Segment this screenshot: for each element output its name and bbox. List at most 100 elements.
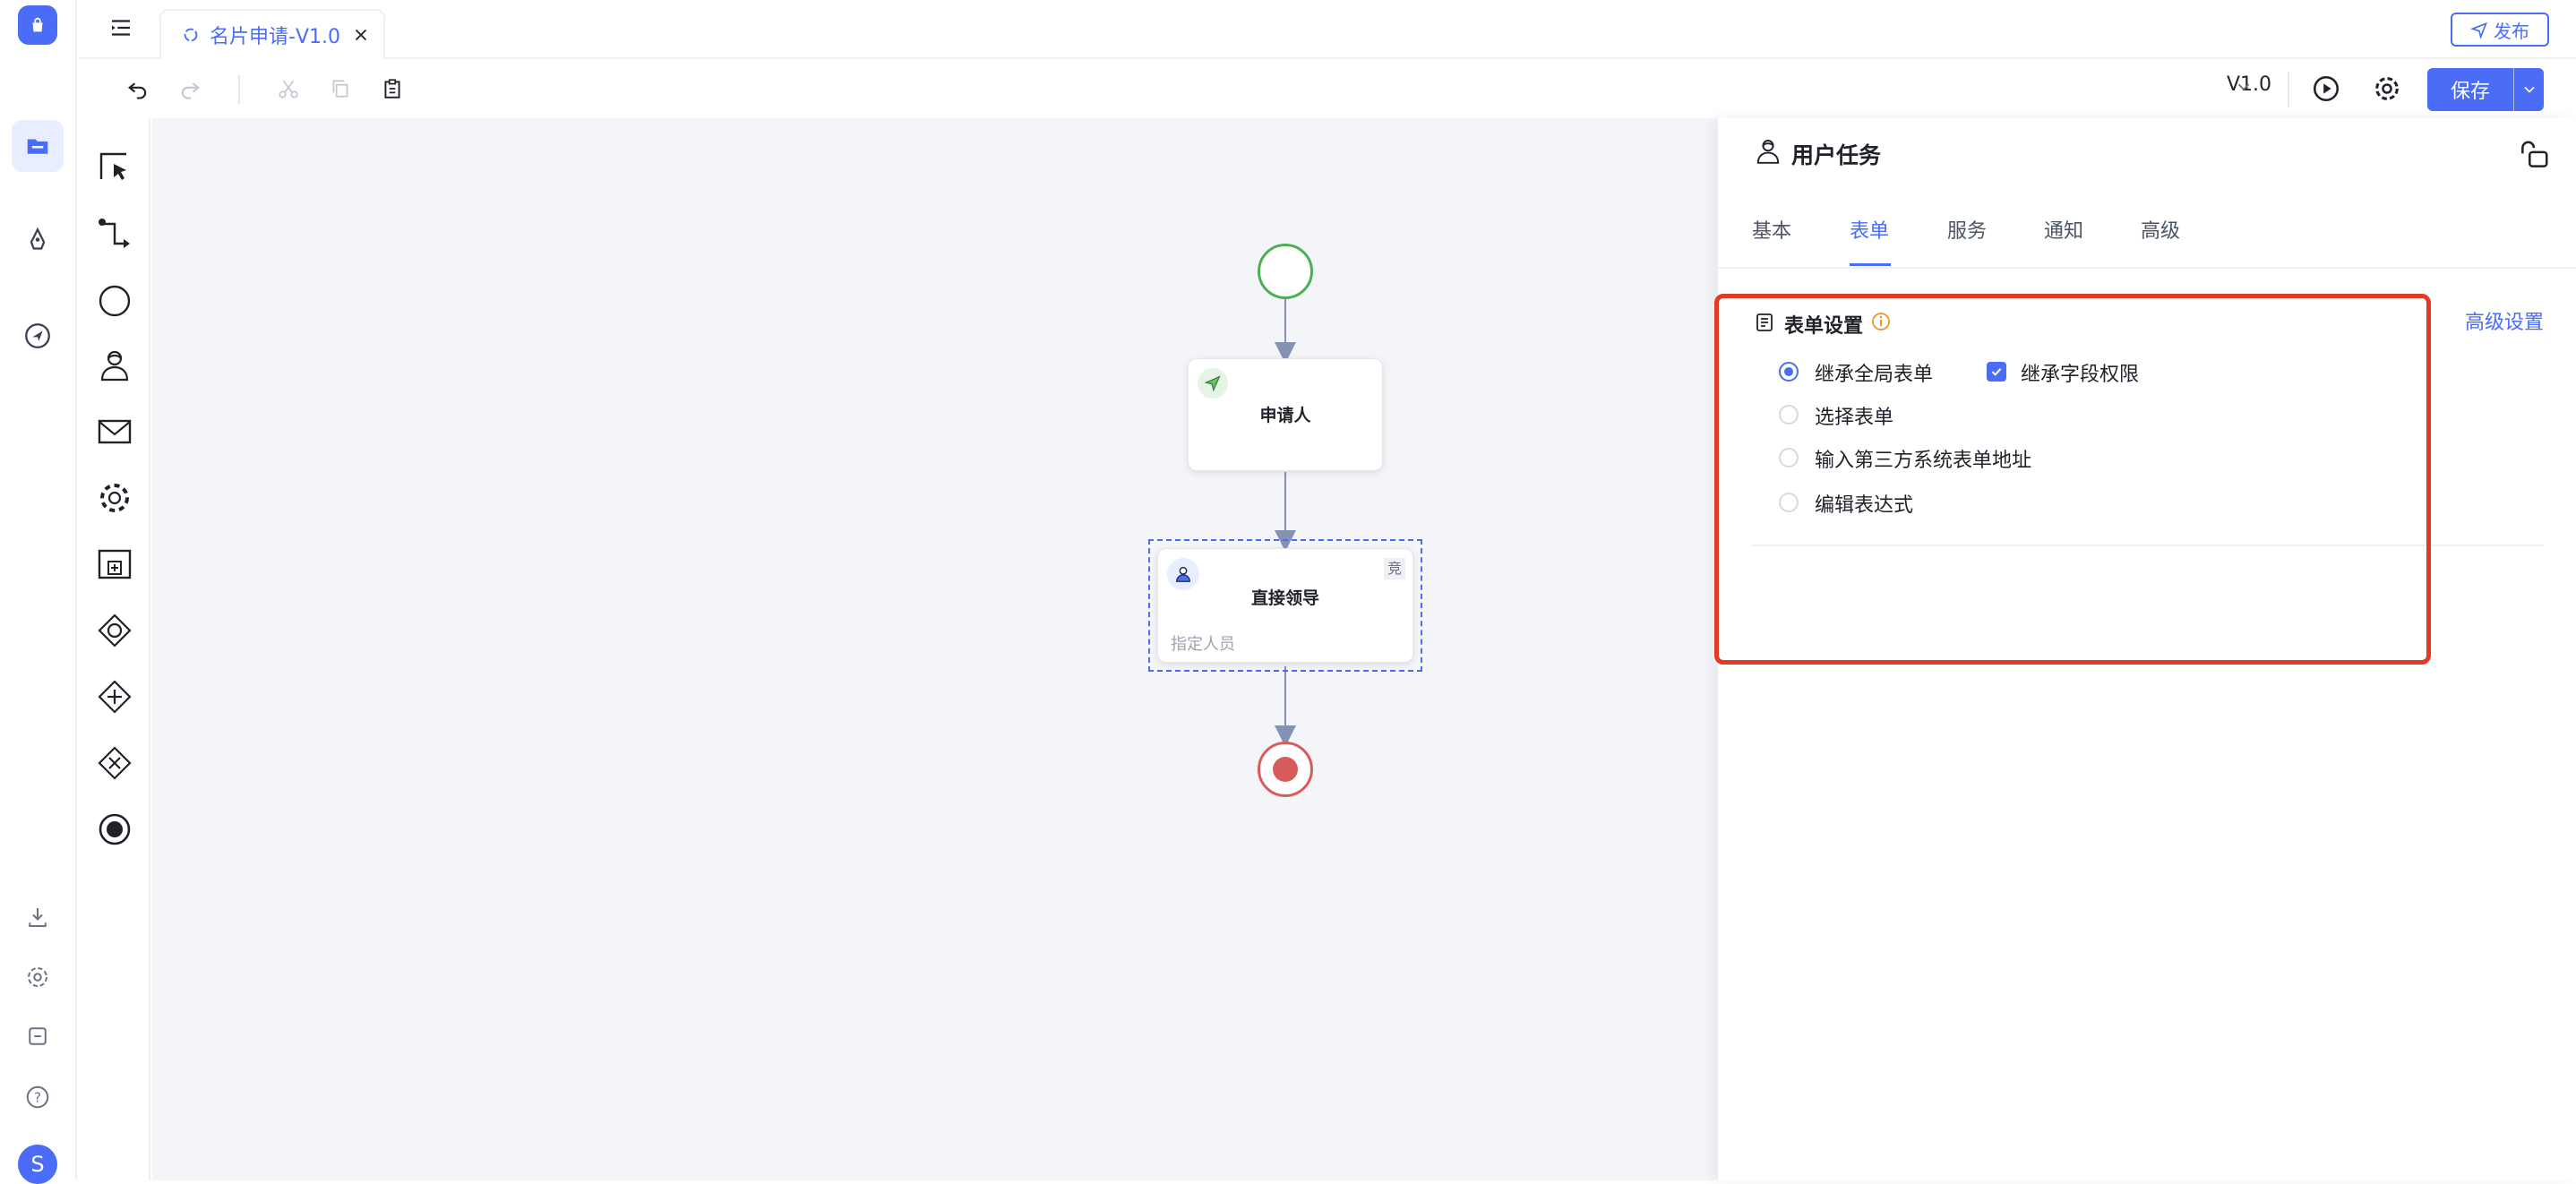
- unlock-icon: [2521, 141, 2548, 167]
- save-button[interactable]: 保存: [2427, 68, 2544, 111]
- gear-icon: [100, 484, 129, 512]
- tabs-divider: [1718, 267, 2576, 269]
- top-bar: [79, 0, 2576, 59]
- pointer-icon: [99, 152, 126, 180]
- tab-title: 名片申请-V1.0: [210, 26, 340, 48]
- tool-exclusive-gateway[interactable]: [97, 745, 133, 781]
- panel-title: 用户任务: [1791, 142, 1882, 168]
- gateway-icon: [98, 613, 132, 648]
- flow-connectors: [1275, 299, 1296, 747]
- chevron-down-icon: [2523, 86, 2535, 93]
- user-task-icon: [100, 350, 129, 382]
- tool-select[interactable]: [97, 149, 133, 184]
- start-event[interactable]: [1258, 244, 1313, 299]
- navigate-icon: [25, 323, 50, 348]
- tab-form[interactable]: 表单: [1850, 215, 1889, 244]
- tab-notify[interactable]: 通知: [2044, 215, 2083, 244]
- end-event-dot: [1273, 757, 1298, 782]
- rocket-icon: [30, 227, 46, 250]
- tool-palette: [79, 118, 150, 1180]
- applicant-label: 申请人: [1259, 406, 1311, 425]
- gear-icon: [2375, 77, 2399, 100]
- undo-icon: [127, 82, 147, 99]
- menu-toggle-button[interactable]: [107, 14, 134, 41]
- publish-label: 发布: [2494, 20, 2529, 42]
- scissors-icon: [279, 80, 298, 99]
- rail-settings[interactable]: [12, 951, 64, 1003]
- leader-node[interactable]: 竞 直接领导 指定人员: [1157, 548, 1413, 663]
- send-icon: [2470, 21, 2487, 39]
- applicant-node[interactable]: 申请人: [1188, 358, 1383, 471]
- save-dropdown[interactable]: [2513, 68, 2544, 111]
- download-icon: [29, 908, 47, 927]
- tool-subprocess[interactable]: [97, 546, 133, 582]
- toolbar-divider-right: [2288, 72, 2289, 107]
- tool-start-event[interactable]: [97, 283, 133, 319]
- help-icon: ?: [26, 1085, 49, 1109]
- leader-sub-label: 指定人员: [1171, 635, 1235, 654]
- settings-button[interactable]: [2372, 73, 2402, 104]
- tool-user-task[interactable]: [97, 347, 133, 383]
- tool-gateway[interactable]: [97, 613, 133, 648]
- save-label: 保存: [2450, 81, 2490, 103]
- paste-button[interactable]: [378, 74, 407, 103]
- active-tab-indicator: [1850, 263, 1891, 266]
- cut-button[interactable]: [274, 74, 303, 103]
- subprocess-icon: [98, 549, 132, 579]
- end-event[interactable]: [1258, 742, 1313, 797]
- archive-icon: [29, 1027, 47, 1045]
- leader-label: 直接领导: [1250, 588, 1319, 608]
- tab-basic[interactable]: 基本: [1752, 215, 1791, 244]
- process-icon: [184, 28, 198, 42]
- unlock-button[interactable]: [2517, 138, 2551, 172]
- rail-item-process[interactable]: [12, 120, 64, 172]
- tool-parallel-gateway[interactable]: [97, 679, 133, 715]
- highlight-box: [1714, 294, 2431, 665]
- avatar[interactable]: S: [18, 1145, 57, 1184]
- mail-icon: [98, 419, 132, 444]
- parallel-gateway-icon: [98, 680, 132, 714]
- rail-help[interactable]: ?: [12, 1071, 64, 1123]
- exclusive-gateway-icon: [98, 746, 132, 780]
- app-rail: ? S: [0, 0, 77, 1184]
- gear-icon: [28, 967, 47, 987]
- avatar-letter: S: [30, 1152, 45, 1177]
- rail-download[interactable]: [12, 891, 64, 943]
- close-icon[interactable]: [351, 25, 371, 45]
- bag-icon: [32, 17, 43, 32]
- tool-service-task[interactable]: [97, 480, 133, 516]
- publish-button[interactable]: 发布: [2451, 13, 2549, 47]
- tool-mail-task[interactable]: [97, 414, 133, 450]
- tool-end-event[interactable]: [97, 811, 133, 847]
- send-node-icon: [1198, 368, 1228, 399]
- tool-connect[interactable]: [97, 217, 133, 253]
- tab-advanced[interactable]: 高级: [2141, 215, 2180, 244]
- toolbar-divider: [238, 75, 240, 104]
- undo-button[interactable]: [124, 74, 152, 103]
- redo-button[interactable]: [176, 74, 204, 103]
- folder-icon: [27, 139, 48, 154]
- rail-item-rocket[interactable]: [12, 215, 64, 267]
- app-logo[interactable]: [18, 5, 57, 45]
- copy-button[interactable]: [326, 74, 355, 103]
- menu-fold-icon: [112, 20, 130, 36]
- user-task-icon: [1754, 136, 1782, 167]
- tab-service[interactable]: 服务: [1947, 215, 1987, 244]
- preview-button[interactable]: [2311, 73, 2341, 104]
- play-circle-icon: [2313, 75, 2340, 102]
- copy-icon: [332, 80, 348, 98]
- chevron-down-icon[interactable]: [2234, 77, 2254, 97]
- tab-process[interactable]: 名片申请-V1.0: [159, 9, 385, 59]
- toolbar: [79, 59, 2576, 118]
- advanced-settings-link[interactable]: 高级设置: [2465, 306, 2544, 335]
- process-canvas[interactable]: 申请人 竞 直接领导 指定人员: [152, 118, 1718, 1180]
- compete-badge: 竞: [1384, 558, 1405, 579]
- properties-panel: 用户任务 基本 表单 服务 通知 高级 表单设置 高级设置 继承全局表单 继承字…: [1714, 118, 2576, 1180]
- redo-icon: [181, 82, 201, 99]
- connector-icon: [99, 219, 130, 248]
- svg-text:?: ?: [34, 1090, 41, 1106]
- rail-item-send[interactable]: [12, 310, 64, 362]
- rail-archive[interactable]: [12, 1010, 64, 1062]
- paste-icon: [384, 79, 400, 99]
- end-event-icon: [99, 813, 131, 845]
